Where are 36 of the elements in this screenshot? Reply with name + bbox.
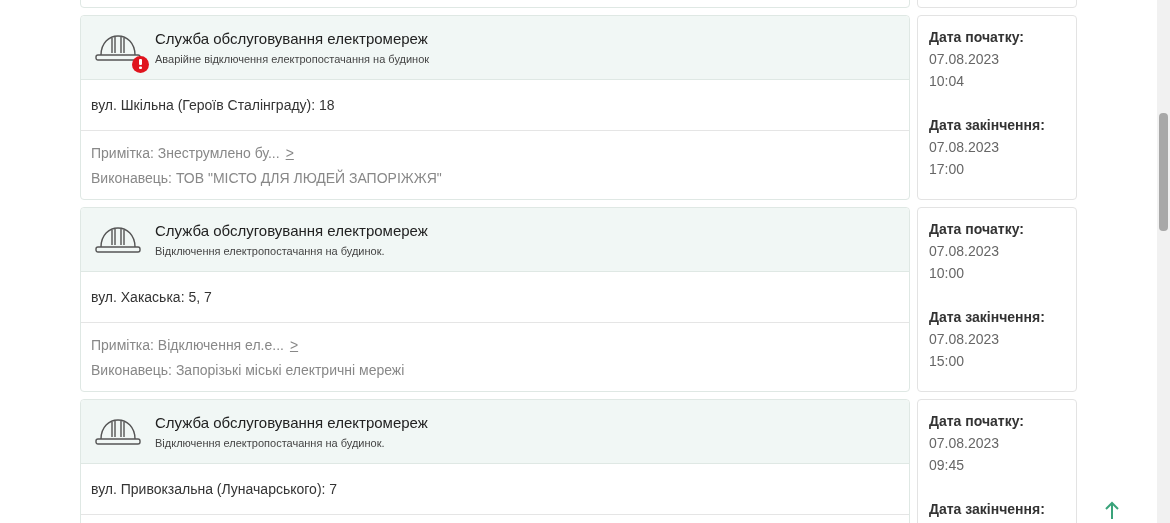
service-title: Служба обслуговування електромереж — [155, 29, 429, 49]
start-label: Дата початку: — [929, 412, 1025, 431]
start-time: 10:04 — [929, 72, 966, 91]
address-text: вул. Привокзальна (Луначарського): 7 — [91, 479, 338, 499]
end-date: 07.08.2023 — [929, 330, 1001, 349]
address-text: вул. Хакаська: 5, 7 — [91, 287, 212, 307]
start-label: Дата початку: — [929, 28, 1025, 47]
helmet-icon — [95, 32, 141, 63]
note-text: Примітка: Знеструмлено бу... — [91, 144, 280, 163]
outage-type: Відключення електропостачання на будинок. — [155, 436, 386, 450]
start-date: 07.08.2023 — [929, 434, 1001, 453]
end-label: Дата закінчення: — [929, 308, 1046, 327]
helmet-icon — [95, 416, 141, 447]
arrow-up-icon — [1104, 501, 1120, 519]
start-date: 07.08.2023 — [929, 50, 1001, 69]
note-text: Примітка: Відключення ел.е... — [91, 336, 284, 355]
contractor-text: Виконавець: Запорізькі міські електричні мережі — [91, 360, 406, 380]
start-time: 10:00 — [929, 264, 966, 283]
scrollbar[interactable] — [1157, 0, 1170, 523]
more-link[interactable]: > — [289, 334, 299, 356]
outage-type: Відключення електропостачання на будинок. — [155, 244, 386, 258]
helmet-icon — [95, 224, 141, 255]
outage-type: Аварійне відключення електропостачання на будинок — [155, 52, 430, 66]
end-time: 15:00 — [929, 352, 966, 371]
service-title: Служба обслуговування електромереж — [155, 221, 428, 241]
contractor-text: Виконавець: ТОВ "МІСТО ДЛЯ ЛЮДЕЙ ЗАПОРІЖЖЯ" — [91, 168, 443, 188]
end-label: Дата закінчення: — [929, 116, 1046, 135]
start-date: 07.08.2023 — [929, 242, 1001, 261]
address-text: вул. Шкільна (Героїв Сталінграду): 18 — [91, 95, 335, 115]
end-label: Дата закінчення: — [929, 500, 1046, 519]
end-date: 07.08.2023 — [929, 138, 1001, 157]
end-time: 17:00 — [929, 160, 966, 179]
service-title: Служба обслуговування електромереж — [155, 413, 428, 433]
start-label: Дата початку: — [929, 220, 1025, 239]
start-time: 09:45 — [929, 456, 966, 475]
more-link[interactable]: > — [285, 142, 294, 164]
